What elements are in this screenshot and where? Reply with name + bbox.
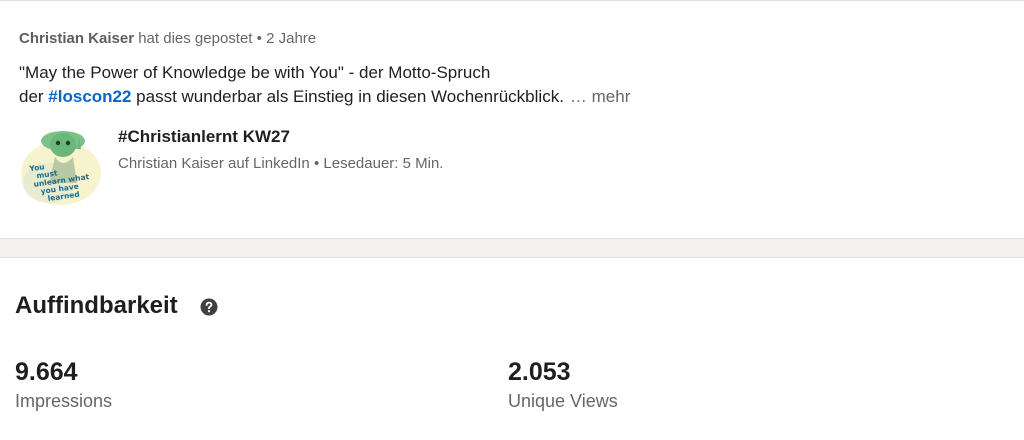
- see-more-button[interactable]: … mehr: [570, 87, 630, 106]
- post-action: hat dies gepostet: [138, 30, 253, 47]
- post-text-prefix: der: [19, 87, 49, 106]
- article-source: Christian Kaiser auf LinkedIn: [118, 155, 310, 172]
- unique-views-value: 2.053: [508, 358, 571, 386]
- question-circle-icon[interactable]: [200, 298, 218, 316]
- unique-views-label: Unique Views: [508, 391, 618, 411]
- post-text-line-2: der #loscon22 passt wunderbar als Einsti…: [19, 85, 739, 109]
- article-title[interactable]: #Christianlernt KW27: [118, 127, 290, 147]
- post-meta: Christian Kaiser hat dies gepostet • 2 J…: [19, 30, 316, 47]
- article-subtitle: Christian Kaiser auf LinkedIn • Lesedaue…: [118, 155, 443, 172]
- section-divider: [0, 238, 1024, 258]
- article-read-time: Lesedauer: 5 Min.: [323, 155, 444, 172]
- impressions-label: Impressions: [15, 391, 113, 411]
- meta-separator: •: [256, 30, 262, 47]
- hashtag-link[interactable]: #loscon22: [48, 87, 131, 106]
- article-separator: •: [313, 155, 320, 172]
- post-time: 2 Jahre: [266, 30, 317, 47]
- discoverability-title: Auffindbarkeit: [15, 292, 178, 319]
- post-text: "May the Power of Knowledge be with You"…: [19, 61, 739, 109]
- impressions-value: 9.664: [15, 358, 78, 386]
- post-text-line-1: "May the Power of Knowledge be with You"…: [19, 63, 491, 82]
- post-text-suffix: passt wunderbar als Einstieg in diesen W…: [131, 87, 564, 106]
- post-author[interactable]: Christian Kaiser: [19, 30, 134, 47]
- shared-post-card: Christian Kaiser hat dies gepostet • 2 J…: [0, 0, 1024, 238]
- article-thumbnail[interactable]: You must unlearn what you have learned: [19, 123, 103, 207]
